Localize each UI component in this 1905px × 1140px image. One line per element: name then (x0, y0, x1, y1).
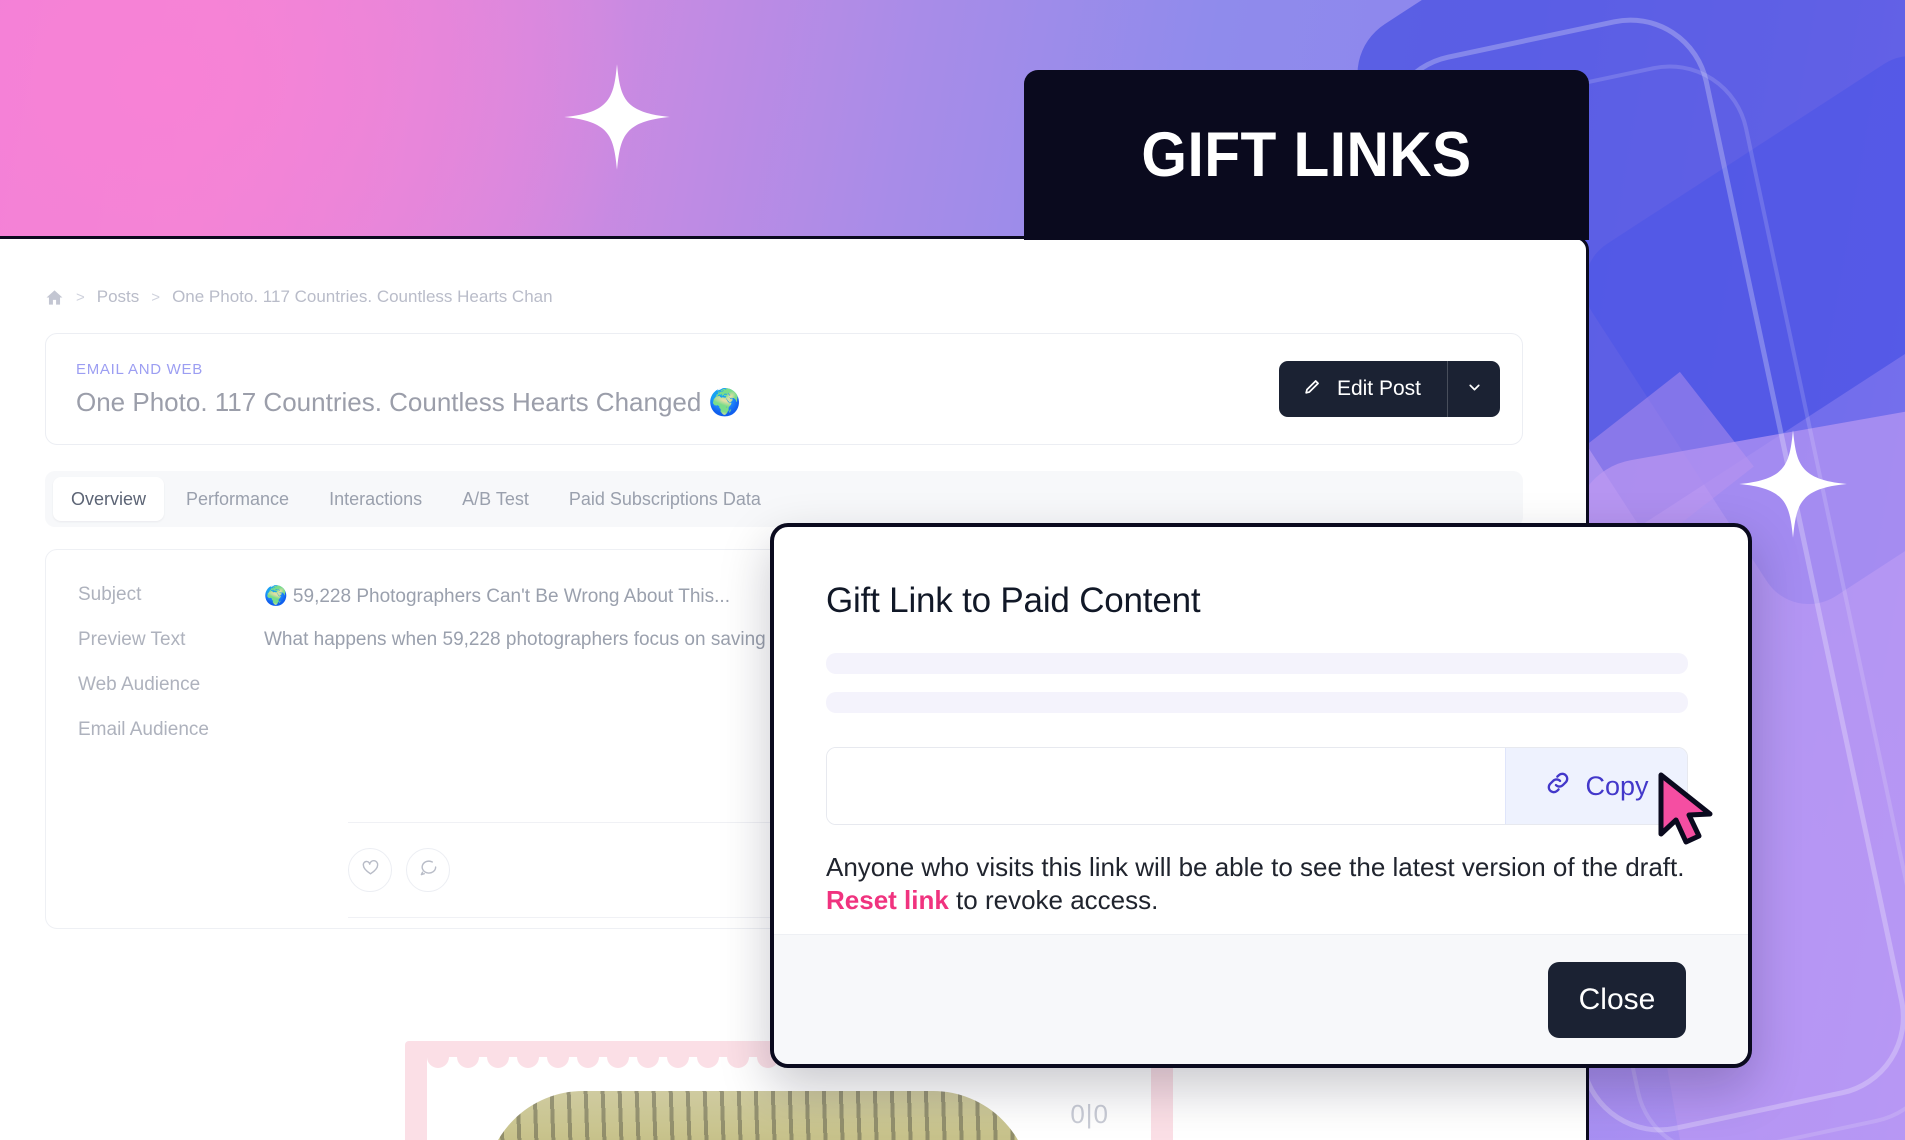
detail-value-subject: 🌍 59,228 Photographers Can't Be Wrong Ab… (264, 586, 730, 607)
post-header-text: EMAIL AND WEB One Photo. 117 Countries. … (76, 361, 741, 418)
breadcrumb-separator: > (151, 288, 161, 306)
close-button[interactable]: Close (1548, 961, 1686, 1038)
detail-label-email-audience: Email Audience (78, 719, 209, 740)
gift-link-field-row: Copy (826, 747, 1688, 825)
gift-link-modal: Gift Link to Paid Content Copy Anyone wh… (770, 523, 1752, 1068)
pencil-icon (1303, 377, 1322, 402)
tab-paid-subscriptions-data[interactable]: Paid Subscriptions Data (551, 477, 779, 521)
gift-links-banner: GIFT LINKS (1024, 70, 1589, 240)
breadcrumb-item-current: One Photo. 117 Countries. Countless Hear… (172, 287, 553, 306)
screenshot-stage: GIFT LINKS > Posts > One Photo. 117 Coun… (0, 0, 1905, 1140)
breadcrumb-separator: > (76, 288, 85, 306)
modal-note-suffix: to revoke access. (948, 885, 1159, 916)
link-icon (1544, 769, 1572, 804)
skeleton-placeholder-bar (826, 692, 1688, 713)
chevron-down-icon (1466, 379, 1483, 399)
copy-label: Copy (1585, 770, 1649, 801)
modal-body: Gift Link to Paid Content Copy Anyone wh… (774, 527, 1748, 918)
page-title: One Photo. 117 Countries. Countless Hear… (76, 386, 741, 417)
copy-link-button[interactable]: Copy (1505, 748, 1687, 824)
detail-value-preview-text: What happens when 59,228 photographers f… (264, 629, 801, 650)
edit-post-dropdown-button[interactable] (1448, 361, 1500, 417)
breadcrumb-item-posts[interactable]: Posts (97, 287, 140, 307)
edit-post-label: Edit Post (1336, 377, 1421, 400)
stamp-denomination: 0|0 (1070, 1099, 1109, 1129)
modal-footer: Close (774, 934, 1748, 1064)
tab-performance[interactable]: Performance (168, 477, 307, 521)
stamp-inner: 0|0 (427, 1046, 1151, 1140)
detail-label-subject: Subject (78, 584, 142, 605)
detail-label-preview-text: Preview Text (78, 629, 186, 650)
gift-link-input[interactable] (827, 748, 1505, 824)
edit-post-button-group: Edit Post (1278, 361, 1500, 417)
post-channel-label: EMAIL AND WEB (76, 360, 203, 378)
tab-overview[interactable]: Overview (53, 477, 165, 521)
tab-interactions[interactable]: Interactions (311, 477, 440, 521)
comment-button[interactable] (406, 848, 450, 892)
modal-title: Gift Link to Paid Content (826, 581, 1201, 620)
reset-link-button[interactable]: Reset link (826, 885, 949, 915)
home-icon[interactable] (45, 288, 64, 307)
modal-note: Anyone who visits this link will be able… (826, 851, 1688, 918)
heart-icon (361, 858, 380, 882)
tab-ab-test[interactable]: A/B Test (444, 477, 547, 521)
comment-icon (419, 858, 438, 882)
detail-label-web-audience: Web Audience (78, 674, 201, 695)
gift-links-banner-title: GIFT LINKS (1141, 120, 1472, 190)
stamp-photo (485, 1091, 1031, 1140)
sparkle-icon (1737, 428, 1849, 540)
like-button[interactable] (348, 848, 392, 892)
breadcrumb: > Posts > One Photo. 117 Countries. Coun… (33, 279, 1558, 315)
edit-post-button[interactable]: Edit Post (1279, 361, 1447, 417)
skeleton-placeholder-bar (826, 653, 1688, 674)
post-header-card: EMAIL AND WEB One Photo. 117 Countries. … (45, 333, 1523, 445)
tab-bar: Overview Performance Interactions A/B Te… (45, 471, 1523, 527)
modal-note-prefix: Anyone who visits this link will be able… (826, 852, 1685, 882)
sparkle-icon (562, 62, 672, 172)
